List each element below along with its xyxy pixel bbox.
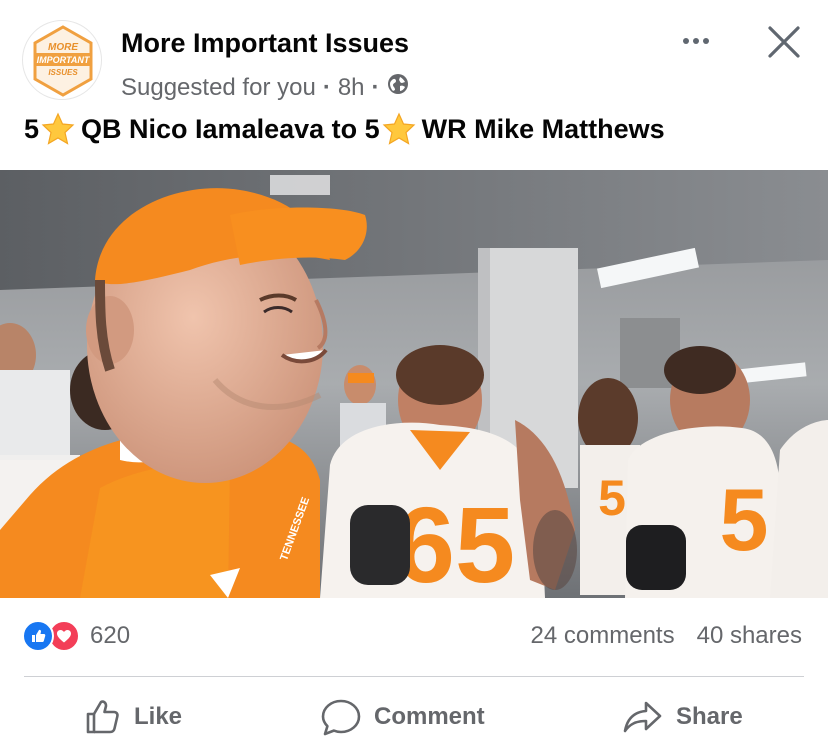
reaction-count: 620 (90, 622, 131, 649)
jersey-number: 65 (395, 484, 515, 598)
globe-icon (387, 73, 409, 102)
svg-text:5: 5 (598, 470, 626, 526)
comment-label: Comment (374, 703, 485, 730)
close-icon (768, 26, 800, 58)
locker-room-photo: 65 5 5 TENNESSEE (0, 170, 828, 598)
like-button[interactable]: Like (82, 690, 182, 744)
post-text: 5 QB Nico Iamaleava to 5 WR Mike Matthew… (24, 112, 665, 146)
divider (24, 676, 804, 677)
jersey-number: 5 (720, 470, 769, 569)
svg-text:MORE: MORE (48, 42, 78, 53)
post-header: MORE IMPORTANT ISSUES More Important Iss… (0, 0, 828, 170)
post-text-part-1: QB Nico Iamaleava to 5 (81, 113, 380, 144)
comment-bubble-icon (321, 699, 361, 736)
page-avatar[interactable]: MORE IMPORTANT ISSUES (22, 20, 102, 100)
reaction-summary[interactable]: 620 (22, 620, 130, 652)
more-options-button[interactable] (676, 26, 716, 56)
meta-separator: · (322, 73, 331, 101)
post-photo[interactable]: 65 5 5 TENNESSEE (0, 170, 828, 598)
page-logo: MORE IMPORTANT ISSUES (33, 25, 93, 97)
post-time[interactable]: 8h (338, 74, 365, 102)
post-meta: Suggested for you · 8h · (121, 73, 409, 102)
dot-icon (703, 38, 709, 44)
post-text-part-2: WR Mike Matthews (421, 113, 665, 144)
svg-text:ISSUES: ISSUES (48, 68, 78, 77)
shares-count-link[interactable]: 40 shares (697, 622, 802, 650)
action-bar: Like Comment Share (0, 690, 828, 744)
dot-icon (693, 38, 699, 44)
dot-icon (683, 38, 689, 44)
star-emoji-icon (41, 112, 75, 145)
post-text-number: 5 (24, 113, 40, 144)
thumbs-up-icon (86, 700, 119, 734)
page-name[interactable]: More Important Issues (121, 28, 409, 59)
svg-text:IMPORTANT: IMPORTANT (37, 55, 91, 65)
engagement-stats: 24 comments 40 shares (531, 622, 802, 650)
comment-button[interactable]: Comment (320, 690, 485, 744)
comments-count-link[interactable]: 24 comments (531, 622, 675, 650)
like-reaction-icon (22, 620, 54, 652)
share-label: Share (676, 703, 743, 730)
close-button[interactable] (764, 22, 804, 62)
share-arrow-icon (623, 701, 662, 733)
meta-separator: · (371, 73, 380, 101)
suggested-label: Suggested for you (121, 73, 316, 101)
like-label: Like (134, 703, 183, 730)
star-emoji-icon (382, 112, 416, 145)
share-button[interactable]: Share (622, 690, 743, 744)
